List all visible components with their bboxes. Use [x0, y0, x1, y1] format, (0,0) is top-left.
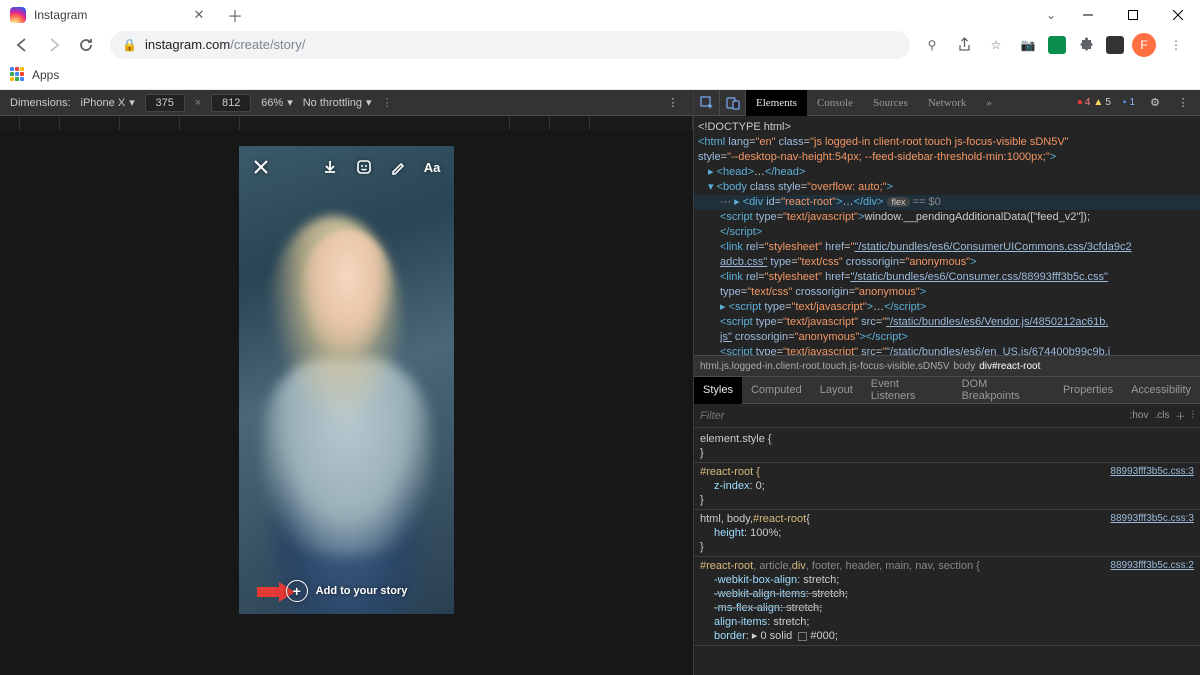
browser-tab-strip: Instagram ✕ ＋ ⌄	[0, 0, 1200, 29]
star-icon[interactable]: ☆	[984, 33, 1008, 57]
tab-dom-breakpoints[interactable]: DOM Breakpoints	[953, 377, 1054, 404]
url-input[interactable]: 🔒 instagram.com/create/story/	[110, 31, 910, 59]
tab-sources[interactable]: Sources	[863, 90, 918, 116]
stylesheet-link[interactable]: 88993fff3b5c.css:2	[1110, 559, 1194, 573]
minimize-button[interactable]	[1065, 0, 1110, 29]
tab-accessibility[interactable]: Accessibility	[1122, 377, 1200, 404]
stylesheet-link[interactable]: 88993fff3b5c.css:3	[1110, 465, 1194, 479]
times-separator: ×	[195, 97, 201, 109]
camera-extension-icon[interactable]: 📷	[1016, 33, 1040, 57]
devtools-container: Dimensions: iPhone X ▾ × 66% ▾ No thrott…	[0, 90, 1200, 675]
download-icon[interactable]	[320, 157, 340, 177]
error-badge[interactable]: 4 5	[1072, 96, 1116, 109]
profile-avatar[interactable]: F	[1132, 33, 1156, 57]
throttle-selector[interactable]: No throttling ▾	[303, 96, 372, 109]
tab-console[interactable]: Console	[807, 90, 863, 116]
tab-network[interactable]: Network	[918, 90, 977, 116]
breadcrumb[interactable]: html.js.logged-in.client-root.touch.js-f…	[694, 355, 1200, 377]
styles-panel[interactable]: element.style { } #react-root {88993fff3…	[694, 428, 1200, 675]
styles-more-icon[interactable]: ⫶	[1192, 410, 1195, 421]
device-selector[interactable]: iPhone X ▾	[81, 96, 135, 109]
cls-toggle[interactable]: .cls	[1155, 410, 1170, 421]
phone-preview-area: Aa + Add to your story	[0, 130, 693, 675]
hov-toggle[interactable]: :hov	[1130, 410, 1149, 421]
device-toggle-icon[interactable]	[720, 90, 746, 116]
new-rule-icon[interactable]: ＋	[1176, 408, 1186, 423]
apps-grid-icon[interactable]	[10, 67, 26, 83]
draw-icon[interactable]	[388, 157, 408, 177]
maximize-button[interactable]	[1110, 0, 1155, 29]
back-button[interactable]	[8, 31, 36, 59]
color-swatch[interactable]	[798, 632, 807, 641]
browser-tab[interactable]: Instagram ✕	[0, 0, 215, 29]
ruler	[0, 116, 693, 130]
close-story-icon[interactable]	[251, 157, 271, 177]
chevron-down-icon[interactable]: ⌄	[1037, 8, 1065, 22]
apps-label[interactable]: Apps	[32, 68, 59, 82]
dimensions-label: Dimensions:	[10, 97, 71, 109]
phone-screen[interactable]: Aa + Add to your story	[239, 146, 454, 614]
device-toolbar: Dimensions: iPhone X ▾ × 66% ▾ No thrott…	[0, 90, 693, 116]
gear-icon[interactable]: ⚙	[1142, 90, 1168, 116]
inspect-element-icon[interactable]	[694, 90, 720, 116]
tab-styles[interactable]: Styles	[694, 377, 742, 404]
instagram-favicon	[10, 7, 26, 23]
new-tab-button[interactable]: ＋	[221, 1, 249, 29]
styles-tab-bar: Styles Computed Layout Event Listeners D…	[694, 377, 1200, 404]
height-input[interactable]	[211, 94, 251, 112]
text-icon[interactable]: Aa	[422, 157, 442, 177]
add-to-story-button[interactable]: + Add to your story	[239, 580, 454, 602]
info-badge[interactable]: 1	[1118, 96, 1140, 109]
menu-dots-icon[interactable]: ⋮	[1164, 33, 1188, 57]
devtools-tab-bar: Elements Console Sources Network » 4 5 1…	[694, 90, 1200, 116]
tab-event-listeners[interactable]: Event Listeners	[862, 377, 953, 404]
bookmark-bar: Apps	[0, 60, 1200, 90]
tab-elements[interactable]: Elements	[746, 90, 807, 116]
story-toolbar: Aa	[239, 146, 454, 188]
extension-green-icon[interactable]	[1048, 36, 1066, 54]
toolbar-icons: ⚲ ☆ 📷 F ⋮	[920, 33, 1192, 57]
forward-button[interactable]	[40, 31, 68, 59]
address-bar: 🔒 instagram.com/create/story/ ⚲ ☆ 📷 F ⋮	[0, 29, 1200, 60]
devtools-menu-icon[interactable]: ⋮	[1170, 90, 1196, 116]
url-domain: instagram.com	[145, 37, 230, 52]
styles-filter-input[interactable]	[700, 410, 1124, 422]
tab-title: Instagram	[34, 8, 183, 22]
extension-dark-icon[interactable]	[1106, 36, 1124, 54]
add-to-story-label: Add to your story	[316, 585, 408, 597]
close-tab-icon[interactable]: ✕	[191, 7, 207, 23]
close-window-button[interactable]	[1155, 0, 1200, 29]
tab-more-icon[interactable]: »	[976, 90, 1002, 116]
responsive-viewport: Dimensions: iPhone X ▾ × 66% ▾ No thrott…	[0, 90, 693, 675]
zoom-selector[interactable]: 66% ▾	[261, 96, 293, 109]
tab-layout[interactable]: Layout	[811, 377, 862, 404]
plus-circle-icon: +	[286, 580, 308, 602]
crumb-body[interactable]: body	[954, 361, 976, 372]
reload-button[interactable]	[72, 31, 100, 59]
devtools-panel: Elements Console Sources Network » 4 5 1…	[693, 90, 1200, 675]
sticker-icon[interactable]	[354, 157, 374, 177]
crumb-root[interactable]: div#react-root	[979, 361, 1040, 372]
tab-computed[interactable]: Computed	[742, 377, 811, 404]
location-icon[interactable]: ⚲	[920, 33, 944, 57]
width-input[interactable]	[145, 94, 185, 112]
tab-properties[interactable]: Properties	[1054, 377, 1122, 404]
crumb-html[interactable]: html.js.logged-in.client-root.touch.js-f…	[700, 361, 950, 372]
dom-tree[interactable]: <!DOCTYPE html> <html lang="en" class="j…	[694, 116, 1200, 355]
lock-icon: 🔒	[122, 38, 137, 52]
device-more-icon[interactable]: ⋮	[663, 96, 683, 109]
styles-filter-bar: :hov .cls ＋ ⫶	[694, 404, 1200, 428]
stylesheet-link[interactable]: 88993fff3b5c.css:3	[1110, 512, 1194, 526]
share-icon[interactable]	[952, 33, 976, 57]
extensions-puzzle-icon[interactable]	[1074, 33, 1098, 57]
url-path: /create/story/	[230, 37, 305, 52]
wifi-icon: ⋮	[382, 96, 393, 109]
